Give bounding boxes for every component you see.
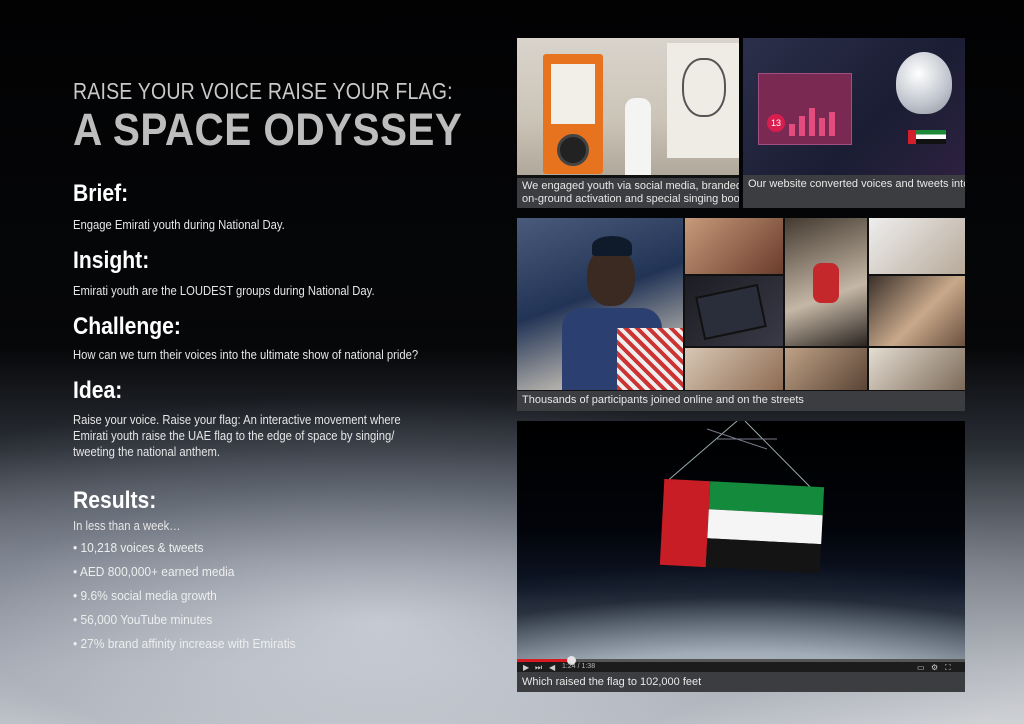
brief-text: Engage Emirati youth during National Day… xyxy=(73,218,285,232)
uae-flag-icon xyxy=(908,130,946,144)
voice-meter: 13 xyxy=(758,73,852,145)
idea-line-3: tweeting the national anthem. xyxy=(73,445,220,459)
booth-caption-line-1: We engaged youth via social media, brand… xyxy=(522,180,739,192)
results-intro: In less than a week… xyxy=(73,519,181,533)
gear-icon[interactable]: ⚙ xyxy=(931,663,938,672)
participant-photo xyxy=(785,348,867,390)
singing-booth xyxy=(543,54,603,174)
meter-bar xyxy=(819,118,825,136)
idea-heading: Idea: xyxy=(73,377,123,404)
participants-caption: Thousands of participants joined online … xyxy=(517,391,965,411)
fullscreen-icon[interactable]: ⛶ xyxy=(945,663,951,672)
result-item: • 10,218 voices & tweets xyxy=(73,540,204,555)
captions-icon[interactable]: ▭ xyxy=(917,663,925,672)
costume-figure xyxy=(813,263,839,303)
video-progress-track[interactable] xyxy=(517,656,965,665)
participant-photo xyxy=(869,218,965,274)
participant-photo xyxy=(869,276,965,346)
booth-caption: We engaged youth via social media, brand… xyxy=(517,178,739,208)
result-item: • 9.6% social media growth xyxy=(73,588,217,603)
participant-photo xyxy=(685,218,783,274)
website-screenshot-panel: 13 Our website converted voices and twee… xyxy=(743,38,965,208)
video-caption: Which raised the flag to 102,000 feet xyxy=(517,672,965,692)
kicker-title: RAISE YOUR VOICE RAISE YOUR FLAG: xyxy=(73,78,453,104)
person-figure xyxy=(625,98,651,175)
mural-face xyxy=(682,58,726,117)
video-progress-played xyxy=(517,659,571,662)
result-item: • 27% brand affinity increase with Emira… xyxy=(73,636,296,651)
booth-screen xyxy=(551,64,595,124)
results-list: • 10,218 voices & tweets • AED 800,000+ … xyxy=(73,540,315,660)
participant-cap xyxy=(592,236,632,256)
crowd-photo xyxy=(517,218,683,390)
challenge-text: How can we turn their voices into the ul… xyxy=(73,348,419,362)
next-icon[interactable]: ⏭ xyxy=(535,663,542,672)
space-video-frame xyxy=(517,421,965,661)
insight-text: Emirati youth are the LOUDEST groups dur… xyxy=(73,284,375,298)
participant-photo xyxy=(869,348,965,390)
meter-bar xyxy=(809,108,815,136)
booth-wheel xyxy=(557,134,589,166)
flag-black-stripe xyxy=(705,538,822,574)
keffiyeh-pattern xyxy=(617,328,683,390)
play-icon[interactable]: ▶ xyxy=(523,663,529,672)
participant-face xyxy=(587,248,635,306)
booth-caption-line-2: on-ground activation and special singing… xyxy=(522,193,739,205)
flag-red-band xyxy=(659,478,711,568)
meter-count: 13 xyxy=(767,114,785,132)
video-player-controls: ▶ ⏭ ◀ 1:24 / 1:38 ▭ ⚙ ⛶ xyxy=(517,656,965,673)
meter-bar xyxy=(789,124,795,136)
result-item: • 56,000 YouTube minutes xyxy=(73,612,213,627)
idea-line-1: Raise your voice. Raise your flag: An in… xyxy=(73,413,401,427)
uae-flag xyxy=(659,478,825,574)
tablet-photo xyxy=(685,276,783,346)
participants-collage-panel: Thousands of participants joined online … xyxy=(517,218,965,411)
website-caption: Our website converted voices and tweets … xyxy=(743,175,965,208)
volume-icon[interactable]: ◀ xyxy=(549,663,555,672)
meter-bar xyxy=(799,116,805,136)
balloon-graphic xyxy=(896,52,952,114)
booth-photo-panel: We engaged youth via social media, brand… xyxy=(517,38,739,208)
flag-video-panel: ▶ ⏭ ◀ 1:24 / 1:38 ▭ ⚙ ⛶ Which raised the… xyxy=(517,421,965,692)
brief-heading: Brief: xyxy=(73,180,129,207)
costume-photo xyxy=(785,218,867,346)
tablet-device xyxy=(695,283,767,341)
page-title: A SPACE ODYSSEY xyxy=(73,104,463,155)
website-screenshot: 13 xyxy=(743,38,965,175)
result-item: • AED 800,000+ earned media xyxy=(73,564,235,579)
meter-bar xyxy=(829,112,835,136)
challenge-heading: Challenge: xyxy=(73,313,181,340)
video-time: 1:24 / 1:38 xyxy=(562,663,596,670)
results-heading: Results: xyxy=(73,487,157,514)
idea-line-2: Emirati youth raise the UAE flag to the … xyxy=(73,429,395,443)
insight-heading: Insight: xyxy=(73,247,150,274)
participant-photo xyxy=(685,348,783,390)
booth-photo xyxy=(517,38,739,175)
